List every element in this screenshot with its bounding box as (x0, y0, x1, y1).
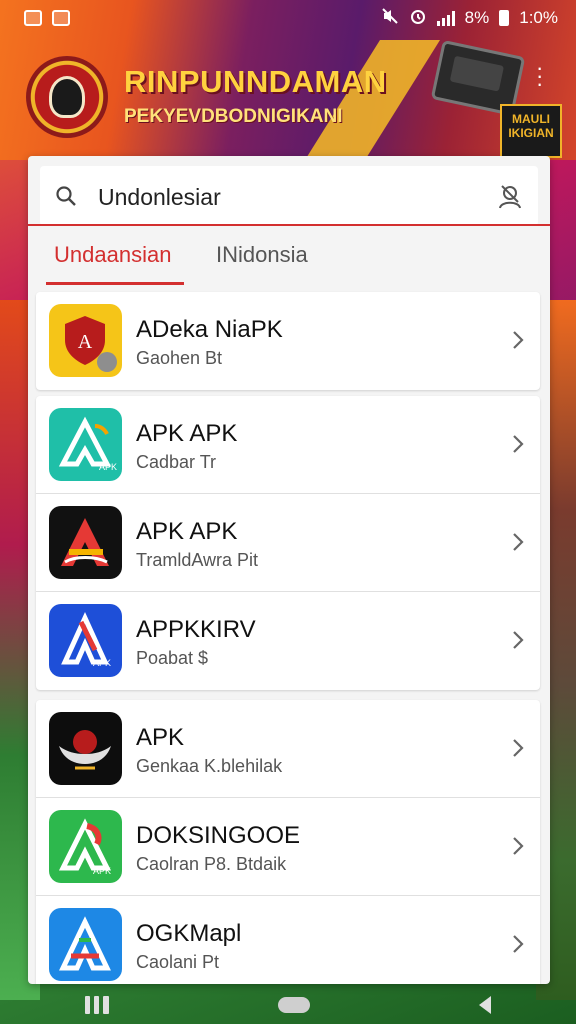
status-notifications (24, 10, 70, 26)
bird-icon (49, 76, 85, 118)
status-indicators: 8% 1:0% (381, 7, 558, 30)
promo-badge: MAULI IKIGIAN (500, 104, 562, 158)
list-item[interactable]: APK APPKKIRV Poabat $ (36, 592, 540, 690)
chevron-right-icon (513, 631, 524, 649)
list-item[interactable]: A ADeka NiaPK Gaohen Bt (36, 292, 540, 390)
svg-text:APK: APK (93, 658, 111, 668)
mute-icon (381, 7, 399, 30)
app-subtitle: Genkaa K.blehilak (136, 756, 283, 776)
overflow-menu-icon[interactable]: · · · (536, 57, 543, 95)
signal-icon (436, 10, 455, 26)
alarm-icon (409, 7, 427, 30)
app-name: APK APK (136, 518, 238, 545)
gallery-notification-icon (52, 10, 70, 26)
banner-title: RINPUNNDAMAN (124, 64, 387, 99)
app-name: APK APK (136, 420, 238, 447)
search-input[interactable] (98, 180, 458, 214)
apk-blue-icon: APK (49, 604, 122, 677)
result-card: APK APK APK Cadbar Tr APK APK TramldAwra… (36, 396, 540, 690)
app-name: APK (136, 724, 185, 751)
app-subtitle: Gaohen Bt (136, 348, 223, 368)
system-nav-bar (0, 986, 576, 1024)
chevron-right-icon (513, 935, 524, 953)
app-subtitle: Caolran P8. Btdaik (136, 854, 287, 874)
home-button[interactable] (277, 997, 310, 1013)
list-item[interactable]: APK APK APK Cadbar Tr (36, 396, 540, 494)
apk-green-icon: APK (49, 810, 122, 883)
status-bar: 8% 1:0% (0, 0, 576, 36)
app-name: ADeka NiaPK (136, 316, 283, 343)
app-name: APPKKIRV (136, 616, 256, 643)
app-name: OGKMapl (136, 920, 242, 947)
list-item[interactable]: APK Genkaa K.blehilak (36, 700, 540, 798)
list-item[interactable]: APK APK TramldAwra Pit (36, 494, 540, 592)
apk-sky-icon (49, 908, 122, 981)
app-subtitle: Poabat $ (136, 648, 209, 668)
result-card: A ADeka NiaPK Gaohen Bt (36, 292, 540, 390)
chevron-right-icon (513, 739, 524, 757)
clock: 1:0% (519, 8, 558, 27)
profile-icon[interactable] (496, 182, 524, 210)
svg-text:A: A (78, 331, 93, 353)
svg-text:APK: APK (93, 866, 111, 876)
list-item[interactable]: APK DOKSINGOOE Caolran P8. Btdaik (36, 798, 540, 896)
app-subtitle: Caolani Pt (136, 952, 220, 972)
apk-black-icon (49, 506, 122, 579)
chevron-right-icon (513, 331, 524, 349)
notification-icon (24, 10, 42, 26)
tab-undaansian[interactable]: Undaansian (54, 242, 171, 282)
tab-indonesia[interactable]: INidonsia (216, 242, 308, 282)
search-divider (28, 224, 550, 226)
tab-bar: Undaansian INidonsia (28, 228, 550, 285)
active-tab-indicator (46, 282, 184, 285)
chevron-right-icon (513, 533, 524, 551)
battery-percent: 8% (464, 8, 490, 27)
svg-text:APK: APK (99, 462, 117, 472)
shield-icon: A (49, 304, 122, 377)
promo-banner: RINPUNNDAMAN PEKYEVDBODNIGIKANI · · · MAUL… (0, 36, 576, 160)
chevron-right-icon (513, 837, 524, 855)
banner-subtitle: PEKYEVDBODNIGIKANI (124, 106, 343, 127)
list-item[interactable]: OGKMapl Caolani Pt (36, 896, 540, 984)
search-icon[interactable] (56, 186, 76, 206)
result-card: APK Genkaa K.blehilak APK DOKSINGOOE Cao… (36, 700, 540, 984)
back-button[interactable] (479, 996, 492, 1014)
app-subtitle: TramldAwra Pit (136, 550, 259, 570)
search-panel: Undaansian INidonsia A ADeka NiaPK Gaohe… (28, 156, 550, 984)
battery-icon (499, 10, 510, 26)
garuda-icon (49, 712, 122, 785)
chevron-right-icon (513, 435, 524, 453)
apk-teal-icon: APK (49, 408, 122, 481)
recent-apps-button[interactable] (84, 996, 109, 1014)
emblem-logo (26, 56, 108, 138)
search-bar[interactable] (40, 166, 538, 226)
app-subtitle: Cadbar Tr (136, 452, 217, 472)
app-name: DOKSINGOOE (136, 822, 301, 849)
